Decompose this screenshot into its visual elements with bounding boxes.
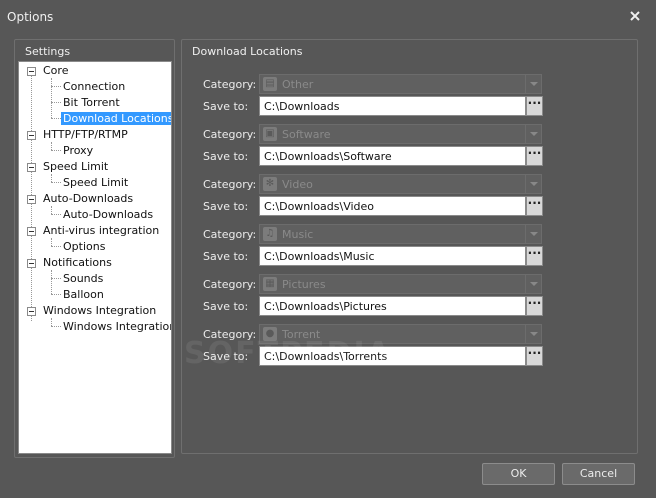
chevron-down-icon (525, 225, 541, 243)
tree-line (51, 78, 52, 118)
tree-item-speed-limit-child[interactable]: Speed Limit (61, 175, 130, 191)
collapse-icon[interactable] (27, 195, 36, 204)
tree-line (51, 102, 61, 103)
close-icon[interactable] (628, 9, 642, 23)
tree-item-download-locations[interactable]: Download Locations (61, 111, 171, 127)
browse-button[interactable]: ··· (526, 96, 543, 116)
settings-group-title: Settings (25, 45, 71, 58)
category-label: Category: (203, 228, 257, 241)
tree-line (51, 142, 52, 150)
tree-item-bit-torrent[interactable]: Bit Torrent (61, 95, 122, 111)
collapse-icon[interactable] (27, 307, 36, 316)
category-select-video[interactable]: ✻ Video (259, 174, 542, 194)
tree-line (51, 326, 61, 327)
chevron-down-icon (525, 275, 541, 293)
tree-item-speed-limit[interactable]: Speed Limit (41, 159, 110, 175)
cancel-button[interactable]: Cancel (562, 463, 635, 485)
collapse-icon[interactable] (27, 163, 36, 172)
tree-line (51, 238, 52, 246)
ok-button[interactable]: OK (482, 463, 555, 485)
save-to-label: Save to: (203, 250, 249, 263)
tree-item-auto-downloads[interactable]: Auto-Downloads (41, 191, 135, 207)
category-select-software[interactable]: ▣ Software (259, 124, 542, 144)
film-reel-icon: ✻ (263, 177, 277, 191)
tree-line (51, 118, 61, 119)
collapse-icon[interactable] (27, 131, 36, 140)
tree-line (51, 214, 61, 215)
tree-item-windows-integration-child[interactable]: Windows Integration (61, 319, 171, 335)
tree-item-sounds[interactable]: Sounds (61, 271, 105, 287)
download-locations-group: Download Locations Category: ▤ Other Sav… (181, 39, 638, 454)
chevron-down-icon (525, 75, 541, 93)
tree-line (51, 150, 61, 151)
category-label: Category: (203, 128, 257, 141)
collapse-icon[interactable] (27, 259, 36, 268)
category-label: Category: (203, 178, 257, 191)
browse-button[interactable]: ··· (526, 146, 543, 166)
category-select-other[interactable]: ▤ Other (259, 74, 542, 94)
tree-line (51, 270, 52, 294)
save-to-label: Save to: (203, 150, 249, 163)
category-label: Category: (203, 328, 257, 341)
category-label: Category: (203, 78, 257, 91)
category-select-pictures[interactable]: ▦ Pictures (259, 274, 542, 294)
tree-item-windows-integration[interactable]: Windows Integration (41, 303, 158, 319)
download-locations-title: Download Locations (192, 45, 303, 58)
tree-item-http-ftp-rtmp[interactable]: HTTP/FTP/RTMP (41, 127, 130, 143)
save-to-label: Save to: (203, 100, 249, 113)
tree-line (51, 246, 61, 247)
tree-line (51, 278, 61, 279)
save-to-label: Save to: (203, 300, 249, 313)
tree-item-core[interactable]: Core (41, 63, 70, 79)
tree-line (51, 174, 52, 182)
save-to-label: Save to: (203, 200, 249, 213)
browse-button[interactable]: ··· (526, 246, 543, 266)
tree-item-options[interactable]: Options (61, 239, 107, 255)
tree-item-notifications[interactable]: Notifications (41, 255, 114, 271)
save-path-input-software[interactable]: C:\Downloads\Software (259, 146, 526, 166)
chevron-down-icon (525, 125, 541, 143)
tree-item-anti-virus[interactable]: Anti-virus integration (41, 223, 161, 239)
tree-item-balloon[interactable]: Balloon (61, 287, 106, 303)
tree-line (51, 86, 61, 87)
chevron-down-icon (525, 325, 541, 343)
browse-button[interactable]: ··· (526, 296, 543, 316)
tree-item-proxy[interactable]: Proxy (61, 143, 95, 159)
save-to-label: Save to: (203, 350, 249, 363)
tree-line (51, 182, 61, 183)
tree-line (51, 294, 61, 295)
browse-button[interactable]: ··· (526, 346, 543, 366)
save-path-input-torrent[interactable]: C:\Downloads\Torrents (259, 346, 526, 366)
tree-line (51, 318, 52, 326)
document-icon: ▤ (263, 77, 277, 91)
tree-item-connection[interactable]: Connection (61, 79, 127, 95)
title-bar: Options (0, 0, 656, 32)
picture-icon: ▦ (263, 277, 277, 291)
save-path-input-pictures[interactable]: C:\Downloads\Pictures (259, 296, 526, 316)
settings-group: Settings Core Connection Bit Torrent Dow… (14, 39, 175, 458)
chevron-down-icon (525, 175, 541, 193)
window-title: Options (7, 10, 54, 24)
save-path-input-other[interactable]: C:\Downloads (259, 96, 526, 116)
category-select-torrent[interactable]: ● Torrent (259, 324, 542, 344)
tree-item-auto-downloads-child[interactable]: Auto-Downloads (61, 207, 155, 223)
category-label: Category: (203, 278, 257, 291)
collapse-icon[interactable] (27, 67, 36, 76)
tree-line (51, 206, 52, 214)
headphones-icon: ♫ (263, 227, 277, 241)
collapse-icon[interactable] (27, 227, 36, 236)
save-path-input-music[interactable]: C:\Downloads\Music (259, 246, 526, 266)
browse-button[interactable]: ··· (526, 196, 543, 216)
save-path-input-video[interactable]: C:\Downloads\Video (259, 196, 526, 216)
torrent-icon: ● (263, 327, 277, 341)
settings-tree[interactable]: Core Connection Bit Torrent Download Loc… (18, 61, 172, 454)
software-icon: ▣ (263, 127, 277, 141)
category-select-music[interactable]: ♫ Music (259, 224, 542, 244)
